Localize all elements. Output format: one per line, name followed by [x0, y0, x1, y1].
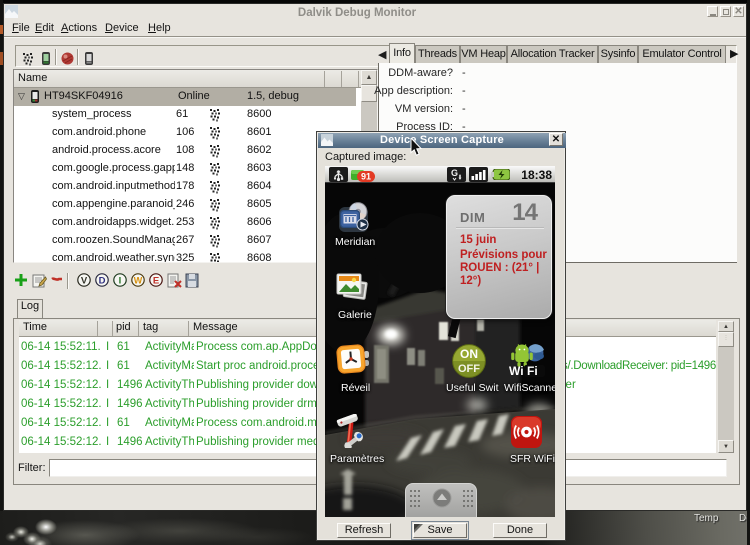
svg-text:E: E	[153, 276, 159, 287]
svg-text:D: D	[99, 276, 106, 287]
svg-text:V: V	[81, 276, 88, 287]
svg-text:ON: ON	[460, 347, 478, 361]
svg-text:OFF: OFF	[458, 363, 480, 375]
svg-text:W: W	[134, 276, 143, 286]
svg-text:91: 91	[361, 172, 371, 182]
svg-text:I: I	[119, 276, 122, 287]
svg-text:Fi: Fi	[527, 364, 538, 377]
svg-text:Wi: Wi	[509, 364, 524, 377]
svg-text:G: G	[451, 168, 458, 178]
